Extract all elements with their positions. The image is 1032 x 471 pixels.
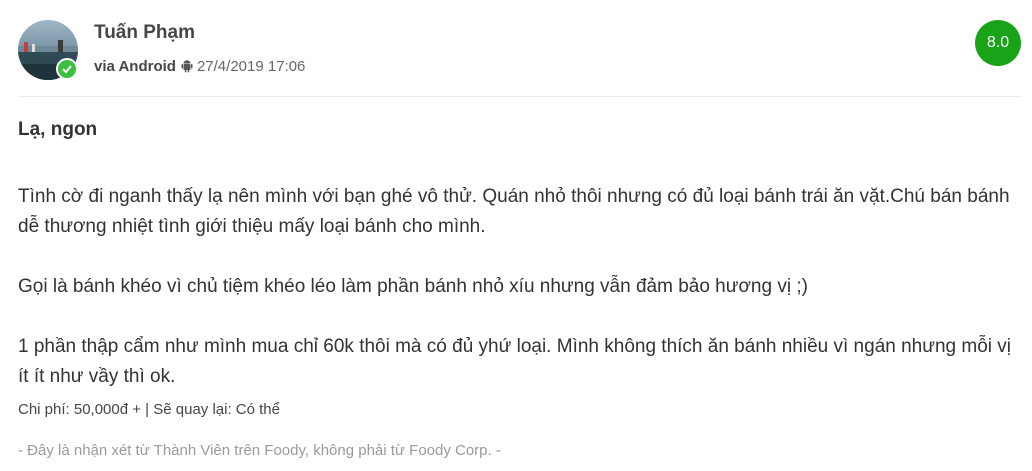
disclaimer: - Đây là nhận xét từ Thành Viên trên Foo… — [18, 442, 501, 459]
review-meta: via Android 27/4/2019 17:06 — [94, 57, 305, 75]
divider — [18, 96, 1022, 97]
verified-check-icon — [56, 58, 78, 80]
review-paragraph: 1 phần thập cẩm như mình mua chỉ 60k thô… — [18, 336, 1011, 387]
review-body: Tình cờ đi nganh thấy lạ nên mình với bạ… — [18, 182, 1026, 392]
android-icon — [181, 59, 193, 73]
score-badge: 8.0 — [975, 20, 1021, 66]
review-paragraph: Tình cờ đi nganh thấy lạ nên mình với bạ… — [18, 186, 1010, 237]
user-name[interactable]: Tuấn Phạm — [94, 22, 195, 44]
avatar[interactable] — [18, 20, 78, 80]
review-date: 27/4/2019 17:06 — [196, 57, 306, 75]
via-platform: via Android — [94, 57, 176, 75]
cost-and-return-info: Chi phí: 50,000đ + | Sẽ quay lại: Có thể — [18, 401, 280, 418]
review-title[interactable]: Lạ, ngon — [18, 119, 97, 141]
review-card: Tuấn Phạm via Android 27/4/2019 17:06 8.… — [0, 0, 1032, 471]
review-paragraph: Gọi là bánh khéo vì chủ tiệm khéo léo là… — [18, 276, 808, 297]
